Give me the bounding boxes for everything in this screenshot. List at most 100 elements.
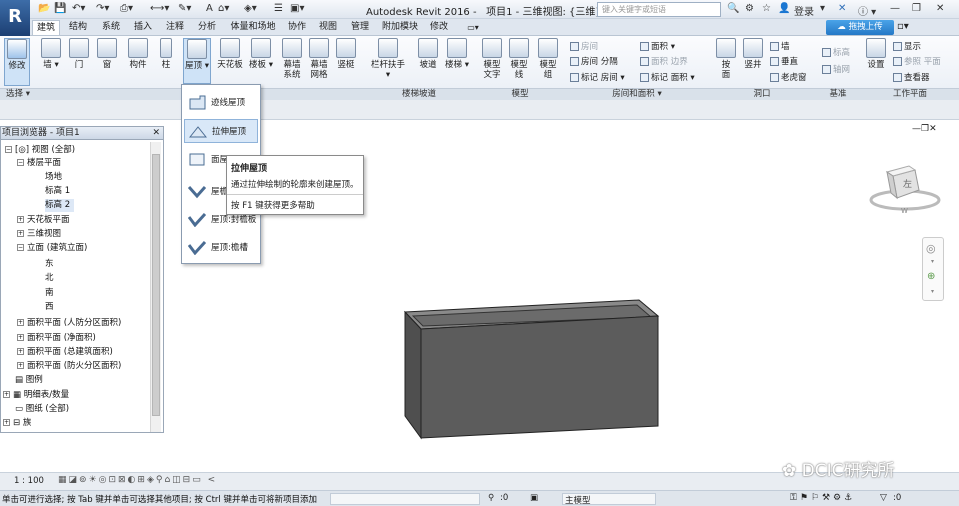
menu-roof-by-footprint[interactable]: 迹线屋顶 — [184, 91, 258, 115]
tree-3d-views[interactable]: + 三维视图 — [17, 228, 61, 241]
area-boundary-button[interactable]: 面积 边界 — [640, 55, 688, 67]
selection-filter-icons[interactable]: ⚿⚑⚐⚒⚙⚓ — [790, 493, 855, 503]
print-icon[interactable]: ⎙▾ — [120, 3, 133, 14]
tab-systems[interactable]: 系统 — [97, 20, 125, 35]
panel-select[interactable]: 选择 ▾ — [2, 89, 34, 100]
tree-south[interactable]: 南 — [45, 287, 54, 300]
door-button[interactable]: 门 — [66, 38, 92, 70]
tree-west[interactable]: 西 — [45, 301, 54, 314]
application-menu-button[interactable]: R — [0, 0, 30, 36]
section-icon[interactable]: ◈▾ — [244, 3, 257, 14]
tree-floor-plans[interactable]: − 楼层平面 — [17, 157, 61, 170]
tab-insert[interactable]: 插入 — [129, 20, 157, 35]
area-button[interactable]: 面积 ▾ — [640, 40, 675, 52]
tab-massing-site[interactable]: 体量和场地 — [225, 20, 281, 35]
shaft-button[interactable]: 竖井 — [741, 38, 765, 70]
login-link[interactable]: 登录 — [794, 3, 814, 18]
tree-families[interactable]: + ⊟ 族 — [3, 417, 31, 430]
favorites-icon[interactable]: ☆ — [762, 3, 771, 14]
undo-icon[interactable]: ↶▾ — [72, 3, 85, 14]
drag-upload-button[interactable]: ☁ 拖拽上传 — [826, 20, 894, 35]
curtain-system-button[interactable]: 幕墙 系统 — [280, 38, 304, 80]
tag-area-button[interactable]: 标记 面积 ▾ — [640, 71, 695, 83]
tag-room-button[interactable]: 标记 房间 ▾ — [570, 71, 625, 83]
tree-site[interactable]: 场地 — [45, 171, 62, 184]
design-options-icon[interactable]: ▣ — [530, 493, 538, 503]
annotate-icon[interactable]: ✎▾ — [178, 3, 191, 14]
show-workplane-button[interactable]: 显示 — [893, 40, 921, 52]
stair-button[interactable]: 楼梯 ▾ — [444, 38, 470, 70]
set-workplane-button[interactable]: 设置 — [864, 38, 888, 70]
view-scale[interactable]: 1 : 100 — [14, 476, 44, 486]
menu-roof-gutter[interactable]: 屋顶:檐槽 — [184, 236, 258, 260]
model-group-button[interactable]: 模型 组 — [535, 38, 561, 80]
help-icon[interactable]: ⓘ ▾ — [858, 3, 876, 18]
tab-modify[interactable]: 修改 — [425, 20, 453, 35]
vertical-opening-button[interactable]: 垂直 — [770, 55, 798, 67]
tab-structure[interactable]: 结构 — [64, 20, 92, 35]
3d-model-box[interactable] — [401, 296, 663, 444]
tree-area-net[interactable]: + 面积平面 (净面积) — [17, 332, 96, 345]
tab-overflow-icon[interactable]: ▭▾ — [462, 20, 484, 35]
ramp-button[interactable]: 坡道 — [416, 38, 440, 70]
roof-button[interactable]: 屋顶 ▾ — [183, 38, 211, 84]
mullion-button[interactable]: 竖梃 — [334, 38, 358, 70]
wall-button[interactable]: 墙 ▾ — [38, 38, 64, 70]
tab-manage[interactable]: 管理 — [346, 20, 374, 35]
tree-area-fire[interactable]: + 面积平面 (防火分区面积) — [17, 360, 121, 373]
open-icon[interactable]: 📂 — [38, 3, 50, 14]
tree-north[interactable]: 北 — [45, 272, 54, 285]
room-button[interactable]: 房间 — [570, 40, 598, 52]
dormer-button[interactable]: 老虎窗 — [770, 71, 807, 83]
browser-scrollbar[interactable] — [150, 142, 161, 432]
room-separator-button[interactable]: 房间 分隔 — [570, 55, 618, 67]
column-button[interactable]: 柱 — [156, 38, 176, 70]
tree-views-all[interactable]: − [◎] 视图 (全部) — [5, 144, 75, 157]
close-icon[interactable]: ✕ — [936, 3, 944, 14]
tab-add-ins[interactable]: 附加模块 — [378, 20, 422, 35]
viewer-button[interactable]: 查看器 — [893, 71, 930, 83]
view-window-controls-icon[interactable]: —❐✕ — [912, 124, 937, 134]
scrollbar-thumb[interactable] — [152, 154, 160, 416]
search-input[interactable]: 键入关键字或短语 — [597, 2, 721, 17]
user-icon[interactable]: 👤 — [778, 3, 790, 14]
wall-opening-button[interactable]: 墙 — [770, 40, 790, 52]
chevron-down-icon[interactable]: ▾ — [931, 288, 934, 295]
editing-requests-icon[interactable]: ⚲ — [488, 493, 494, 503]
close-icon[interactable]: ✕ — [152, 127, 160, 139]
viewcube[interactable]: 左 W — [865, 158, 945, 218]
tree-east[interactable]: 东 — [45, 258, 54, 271]
tab-analyze[interactable]: 分析 — [193, 20, 221, 35]
grid-button[interactable]: 轴网 — [822, 63, 850, 75]
steering-wheel-icon[interactable]: ◎ — [926, 242, 940, 256]
ceiling-button[interactable]: 天花板 — [216, 38, 244, 70]
level-button[interactable]: 标高 — [822, 46, 850, 58]
tree-area-civil-defense[interactable]: + 面积平面 (人防分区面积) — [17, 317, 121, 330]
tree-sheets[interactable]: ▭ 图纸 (全部) — [15, 403, 69, 416]
model-text-button[interactable]: 模型 文字 — [480, 38, 504, 80]
window-button[interactable]: 窗 — [94, 38, 120, 70]
panel-room-area[interactable]: 房间和面积 ▾ — [566, 89, 708, 100]
modify-button[interactable]: 修改 — [4, 38, 30, 86]
floor-button[interactable]: 楼板 ▾ — [247, 38, 275, 70]
minimize-icon[interactable]: — — [890, 3, 900, 14]
tree-schedules[interactable]: + ▦ 明细表/数量 — [3, 389, 69, 402]
tree-level-2[interactable]: 标高 2 — [45, 199, 75, 212]
thin-lines-icon[interactable]: ☰ — [274, 3, 283, 14]
filter-icon[interactable]: ▽ — [880, 493, 887, 503]
component-button[interactable]: 构件 — [124, 38, 152, 70]
exchange-icon[interactable]: ✕ — [838, 3, 846, 14]
tab-annotate[interactable]: 注释 — [161, 20, 189, 35]
chevron-down-icon[interactable]: ▾ — [931, 258, 934, 265]
tree-level-1[interactable]: 标高 1 — [45, 185, 70, 198]
tree-elevations[interactable]: − 立面 (建筑立面) — [17, 242, 87, 255]
tree-area-gross[interactable]: + 面积平面 (总建筑面积) — [17, 346, 113, 359]
measure-icon[interactable]: ⟷▾ — [150, 3, 169, 14]
model-line-button[interactable]: 模型 线 — [507, 38, 531, 80]
view-control-icons[interactable]: ▦◪⊚☀◎⊡⊠◐⊞◈⚲⌂◫⊟▭ < — [58, 475, 217, 485]
design-option-select[interactable]: 主模型 — [562, 493, 656, 506]
ref-plane-button[interactable]: 参照 平面 — [893, 55, 941, 67]
close-hidden-icon[interactable]: ▣▾ — [290, 3, 304, 14]
zoom-icon[interactable]: ⊕ — [927, 271, 941, 285]
binoculars-icon[interactable]: 🔍 — [727, 3, 739, 14]
